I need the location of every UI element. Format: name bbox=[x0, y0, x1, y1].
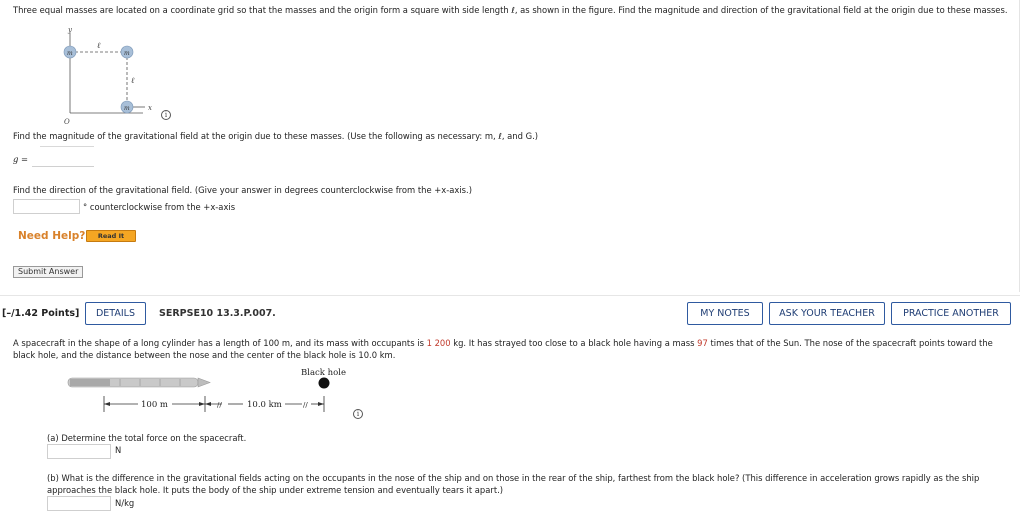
spacecraft-nose bbox=[197, 377, 211, 388]
mass-label-2: m bbox=[124, 50, 130, 57]
practice-another-button[interactable]: PRACTICE ANOTHER bbox=[891, 302, 1011, 325]
black-hole-label: Black hole bbox=[301, 368, 346, 378]
question-divider bbox=[0, 295, 1020, 296]
length-label: 100 m bbox=[141, 400, 168, 410]
details-button[interactable]: DETAILS bbox=[85, 302, 146, 325]
ask-teacher-button[interactable]: ASK YOUR TEACHER bbox=[769, 302, 885, 325]
q1-intro-text: Three equal masses are located on a coor… bbox=[13, 5, 1008, 15]
g-label: g = bbox=[13, 154, 29, 164]
prompt-separator bbox=[40, 146, 94, 147]
q2-text-line2: black hole, and the distance between the… bbox=[13, 350, 396, 360]
problem-code: SERPSE10 13.3.P.007. bbox=[159, 308, 276, 319]
direction-prompt: Find the direction of the gravitational … bbox=[13, 185, 472, 195]
g-answer-input[interactable] bbox=[32, 152, 94, 167]
figure-info-icon[interactable]: i bbox=[161, 110, 171, 120]
origin-label: O bbox=[64, 118, 70, 125]
points-label: [–/1.42 Points] bbox=[2, 308, 80, 319]
need-help-label: Need Help? bbox=[18, 230, 86, 242]
spacecraft-figure: Black hole 100 m // 10.0 km // bbox=[67, 368, 346, 412]
part-a-answer-input[interactable] bbox=[47, 444, 111, 459]
read-it-button[interactable]: Read It bbox=[86, 230, 136, 242]
part-b-prompt-line2: approaches the black hole. It puts the b… bbox=[47, 485, 504, 495]
spacecraft-engine bbox=[70, 379, 110, 386]
black-hole-ratio-value: 97 bbox=[697, 338, 708, 348]
magnitude-prompt: Find the magnitude of the gravitational … bbox=[13, 131, 539, 141]
part-b-prompt-line1: (b) What is the difference in the gravit… bbox=[47, 473, 980, 483]
figure-2-info-icon[interactable]: i bbox=[353, 409, 363, 419]
submit-answer-button[interactable]: Submit Answer bbox=[13, 266, 84, 278]
svg-text://: // bbox=[217, 401, 222, 409]
distance-label: 10.0 km bbox=[247, 400, 282, 410]
direction-answer-input[interactable] bbox=[13, 199, 80, 214]
part-a-prompt: (a) Determine the total force on the spa… bbox=[47, 433, 247, 443]
x-axis-label: x bbox=[148, 104, 152, 112]
part-b-answer-input[interactable] bbox=[47, 496, 111, 511]
black-hole bbox=[318, 377, 330, 389]
my-notes-button[interactable]: MY NOTES bbox=[687, 302, 763, 325]
y-axis-label: y bbox=[67, 26, 73, 34]
mass-label-3: m bbox=[124, 105, 130, 112]
side-label-right: ℓ bbox=[131, 76, 135, 85]
spacecraft-mass-value: 1 200 bbox=[426, 338, 451, 348]
direction-unit: ° counterclockwise from the +x-axis bbox=[83, 202, 236, 212]
part-b-unit: N/kg bbox=[115, 498, 135, 508]
side-label-top: ℓ bbox=[97, 41, 101, 50]
q2-text-line1: A spacecraft in the shape of a long cyli… bbox=[13, 338, 993, 348]
part-a-unit: N bbox=[115, 445, 122, 455]
mass-label-1: m bbox=[67, 50, 73, 57]
svg-text://: // bbox=[303, 401, 308, 409]
